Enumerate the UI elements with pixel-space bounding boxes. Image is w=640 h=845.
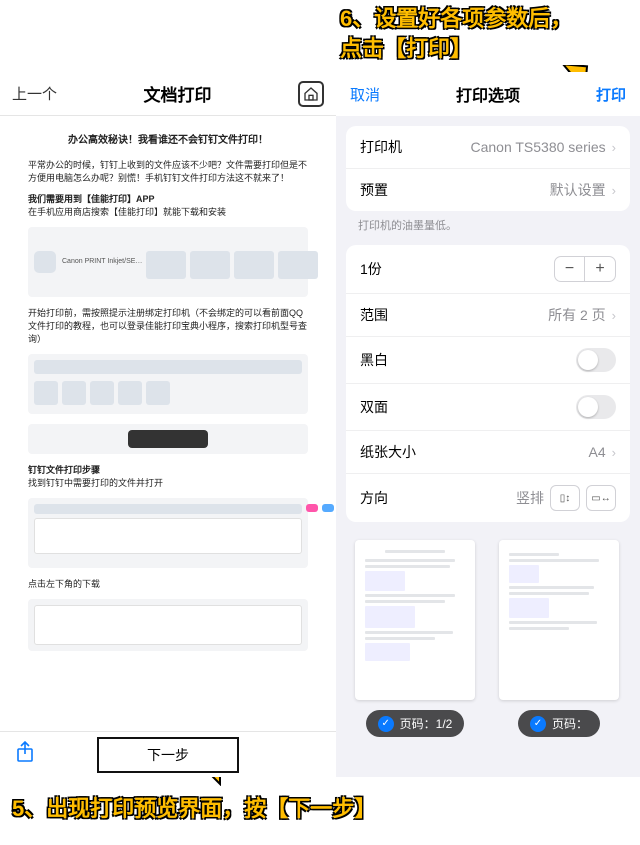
chevron-right-icon: › xyxy=(612,140,616,155)
doc-paragraph: 点击左下角的下载 xyxy=(28,578,308,591)
papersize-label: 纸张大小 xyxy=(360,442,416,462)
orientation-label: 方向 xyxy=(360,488,388,508)
settings-group: 1份 − + 范围 所有 2 页 › 黑白 双面 纸张大小 A4 › 方向 竖排 xyxy=(346,245,630,522)
copies-row: 1份 − + xyxy=(346,245,630,293)
plus-icon[interactable]: + xyxy=(585,257,615,281)
right-header: 取消 打印选项 打印 xyxy=(336,72,640,116)
home-icon[interactable] xyxy=(298,81,324,107)
doc-paragraph: 平常办公的时候，钉钉上收到的文件应该不少吧？文件需要打印但是不方便用电脑怎么办呢… xyxy=(28,159,308,185)
document-body: 办公高效秘诀！我看谁还不会钉钉文件打印！ 平常办公的时候，钉钉上收到的文件应该不… xyxy=(0,116,336,679)
page-badge[interactable]: ✓ 页码：1/2 xyxy=(366,710,465,737)
bw-row: 黑白 xyxy=(346,336,630,383)
doc-paragraph: 开始打印前，需按照提示注册绑定打印机（不会绑定的可以看前面QQ文件打印的教程，也… xyxy=(28,307,308,346)
range-row[interactable]: 范围 所有 2 页 › xyxy=(346,293,630,336)
share-icon[interactable] xyxy=(16,741,34,768)
range-label: 范围 xyxy=(360,305,388,325)
check-icon: ✓ xyxy=(378,716,394,732)
copies-label: 1份 xyxy=(360,259,382,279)
printer-row[interactable]: 打印机 Canon TS5380 series › xyxy=(346,126,630,168)
printer-group: 打印机 Canon TS5380 series › 预置 默认设置 › xyxy=(346,126,630,211)
orientation-row: 方向 竖排 ▯↕ ▭↔ xyxy=(346,473,630,522)
doc-line: 在手机应用商店搜索【佳能打印】就能下载和安装 xyxy=(28,207,226,217)
screenshot-thumbnail xyxy=(28,599,308,651)
range-value: 所有 2 页 xyxy=(548,305,606,325)
duplex-toggle[interactable] xyxy=(576,395,616,419)
printer-value: Canon TS5380 series xyxy=(470,139,605,155)
page-title: 文档打印 xyxy=(144,81,212,106)
annotation-step6-line2: 点击【打印】 xyxy=(340,36,472,61)
doc-headline: 办公高效秘诀！我看谁还不会钉钉文件打印！ xyxy=(28,134,308,149)
page-preview xyxy=(499,540,619,700)
page-badge-label: 页码：1/2 xyxy=(400,715,453,732)
preset-value: 默认设置 xyxy=(550,180,606,200)
preset-label: 预置 xyxy=(360,180,388,200)
chevron-right-icon: › xyxy=(612,183,616,198)
annotation-step6: 6、设置好各项参数后， 点击【打印】 xyxy=(340,4,572,63)
screenshot-thumbnail: Canon PRINT Inkjet/SE… xyxy=(28,227,308,297)
printer-label: 打印机 xyxy=(360,137,402,157)
screenshot-thumbnail xyxy=(28,498,308,568)
portrait-button[interactable]: ▯↕ xyxy=(550,485,580,511)
annotation-step6-line1: 6、设置好各项参数后， xyxy=(340,6,572,31)
next-button[interactable]: 下一步 xyxy=(97,737,239,773)
page-thumbnails: ✓ 页码：1/2 ✓ 页码： xyxy=(336,522,640,747)
doc-bold-line: 钉钉文件打印步骤 xyxy=(28,465,100,475)
page-thumb-2[interactable]: ✓ 页码： xyxy=(494,540,624,737)
print-options-title: 打印选项 xyxy=(456,82,520,106)
page-badge[interactable]: ✓ 页码： xyxy=(518,710,600,737)
duplex-label: 双面 xyxy=(360,397,388,417)
minus-icon[interactable]: − xyxy=(555,257,585,281)
left-header: 上一个 文档打印 xyxy=(0,72,336,116)
check-icon: ✓ xyxy=(530,716,546,732)
chevron-right-icon: › xyxy=(612,445,616,460)
bw-toggle[interactable] xyxy=(576,348,616,372)
copies-stepper[interactable]: − + xyxy=(554,256,616,282)
papersize-row[interactable]: 纸张大小 A4 › xyxy=(346,430,630,473)
left-footer: 下一步 xyxy=(0,731,336,777)
cancel-button[interactable]: 取消 xyxy=(350,84,380,105)
preset-row[interactable]: 预置 默认设置 › xyxy=(346,168,630,211)
page-badge-label: 页码： xyxy=(552,715,588,732)
page-thumb-1[interactable]: ✓ 页码：1/2 xyxy=(350,540,480,737)
chevron-right-icon: › xyxy=(612,308,616,323)
doc-line: 找到钉钉中需要打印的文件并打开 xyxy=(28,478,163,488)
print-button[interactable]: 打印 xyxy=(596,84,626,105)
annotation-step5: 5、出现打印预览界面，按【下一步】 xyxy=(12,794,376,824)
orientation-value: 竖排 xyxy=(516,488,544,508)
back-button[interactable]: 上一个 xyxy=(12,83,57,104)
print-options-screen: 取消 打印选项 打印 打印机 Canon TS5380 series › 预置 默… xyxy=(336,72,640,777)
document-preview-screen: 上一个 文档打印 办公高效秘诀！我看谁还不会钉钉文件打印！ 平常办公的时候，钉钉… xyxy=(0,72,336,777)
ink-low-note: 打印机的油墨量低。 xyxy=(336,211,640,233)
landscape-button[interactable]: ▭↔ xyxy=(586,485,616,511)
bw-label: 黑白 xyxy=(360,350,388,370)
duplex-row: 双面 xyxy=(346,383,630,430)
page-preview xyxy=(355,540,475,700)
doc-bold-line: 我们需要用到【佳能打印】APP xyxy=(28,194,155,204)
papersize-value: A4 xyxy=(589,444,606,460)
screenshot-thumbnail xyxy=(28,424,308,454)
screenshot-thumbnail xyxy=(28,354,308,414)
